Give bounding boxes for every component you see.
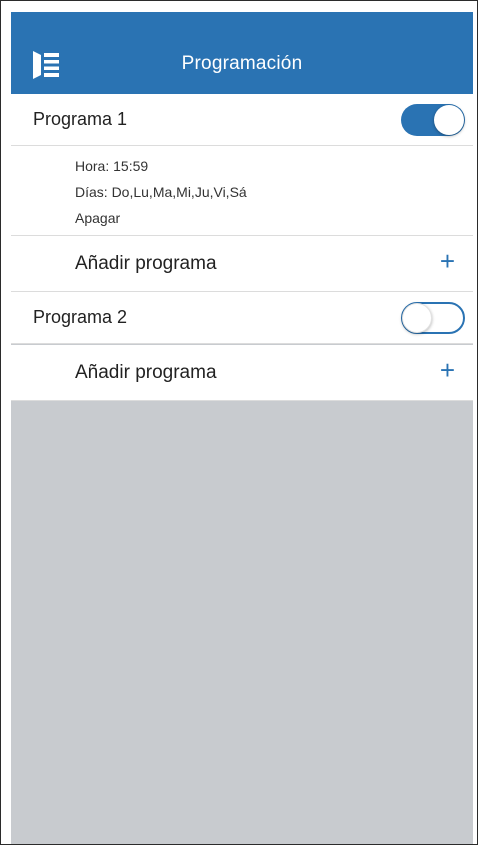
plus-icon[interactable]: + xyxy=(440,357,455,383)
program-label: Programa 2 xyxy=(33,307,128,327)
add-program-button-1[interactable]: Añadir programa + xyxy=(11,236,473,292)
app-frame: Programación Programa 1 Hora: 15:59 Días… xyxy=(0,0,478,845)
page-title: Programación xyxy=(181,53,303,74)
program-2-toggle[interactable] xyxy=(401,302,465,334)
top-navigation-bar: Programación xyxy=(11,12,473,94)
program-list: Programa 1 Hora: 15:59 Días: Do,Lu,Ma,Mi… xyxy=(11,94,473,844)
program-days: Días: Do,Lu,Ma,Mi,Ju,Vi,Sá xyxy=(75,184,247,200)
program-row-2[interactable]: Programa 2 xyxy=(11,292,473,344)
program-row-1[interactable]: Programa 1 xyxy=(11,94,473,146)
add-program-button-2[interactable]: Añadir programa + xyxy=(11,345,473,401)
toggle-knob xyxy=(402,303,432,333)
program-1-toggle[interactable] xyxy=(401,104,465,136)
add-program-label: Añadir programa xyxy=(75,253,217,274)
plus-icon[interactable]: + xyxy=(440,248,455,274)
add-program-label: Añadir programa xyxy=(75,362,217,383)
program-1-details[interactable]: Hora: 15:59 Días: Do,Lu,Ma,Mi,Ju,Vi,Sá A… xyxy=(11,146,473,236)
program-time: Hora: 15:59 xyxy=(75,158,149,174)
program-label: Programa 1 xyxy=(33,109,128,129)
program-action: Apagar xyxy=(75,210,121,226)
toggle-knob xyxy=(434,105,464,135)
